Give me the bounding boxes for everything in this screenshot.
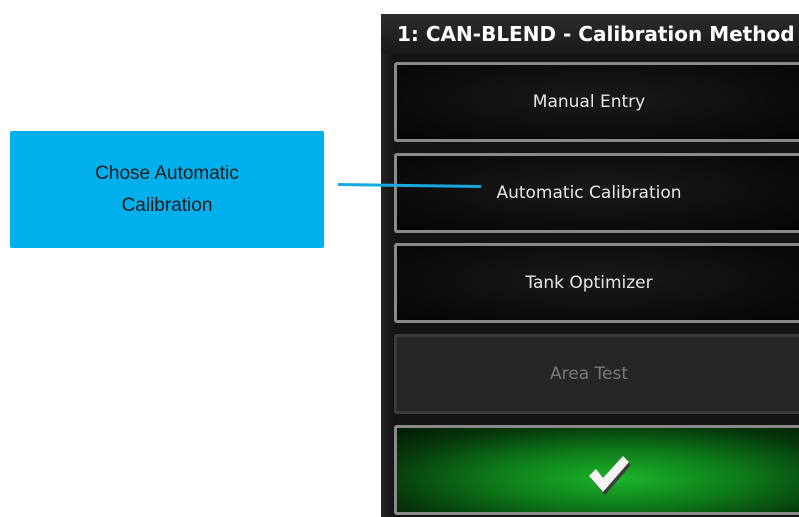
manual-entry-button[interactable]: Manual Entry xyxy=(394,62,799,142)
tank-optimizer-button[interactable]: Tank Optimizer xyxy=(394,243,799,323)
screenshot-stage: Chose Automatic Calibration 1: CAN-BLEND… xyxy=(0,0,799,517)
automatic-calibration-button[interactable]: Automatic Calibration xyxy=(394,153,799,233)
calibration-method-dialog: 1: CAN-BLEND - Calibration Method Manual… xyxy=(381,14,799,517)
checkmark-icon xyxy=(589,456,631,495)
confirm-button[interactable] xyxy=(394,425,799,515)
manual-entry-label: Manual Entry xyxy=(532,92,646,112)
area-test-button-disabled: Area Test xyxy=(394,334,799,414)
tank-optimizer-label: Tank Optimizer xyxy=(525,273,653,293)
dialog-title: 1: CAN-BLEND - Calibration Method xyxy=(381,14,799,54)
annotation-callout: Chose Automatic Calibration xyxy=(10,131,324,248)
automatic-calibration-label: Automatic Calibration xyxy=(496,183,682,203)
annotation-callout-text: Chose Automatic Calibration xyxy=(95,162,239,216)
dialog-frame-edge xyxy=(381,54,394,517)
area-test-label: Area Test xyxy=(549,364,628,384)
